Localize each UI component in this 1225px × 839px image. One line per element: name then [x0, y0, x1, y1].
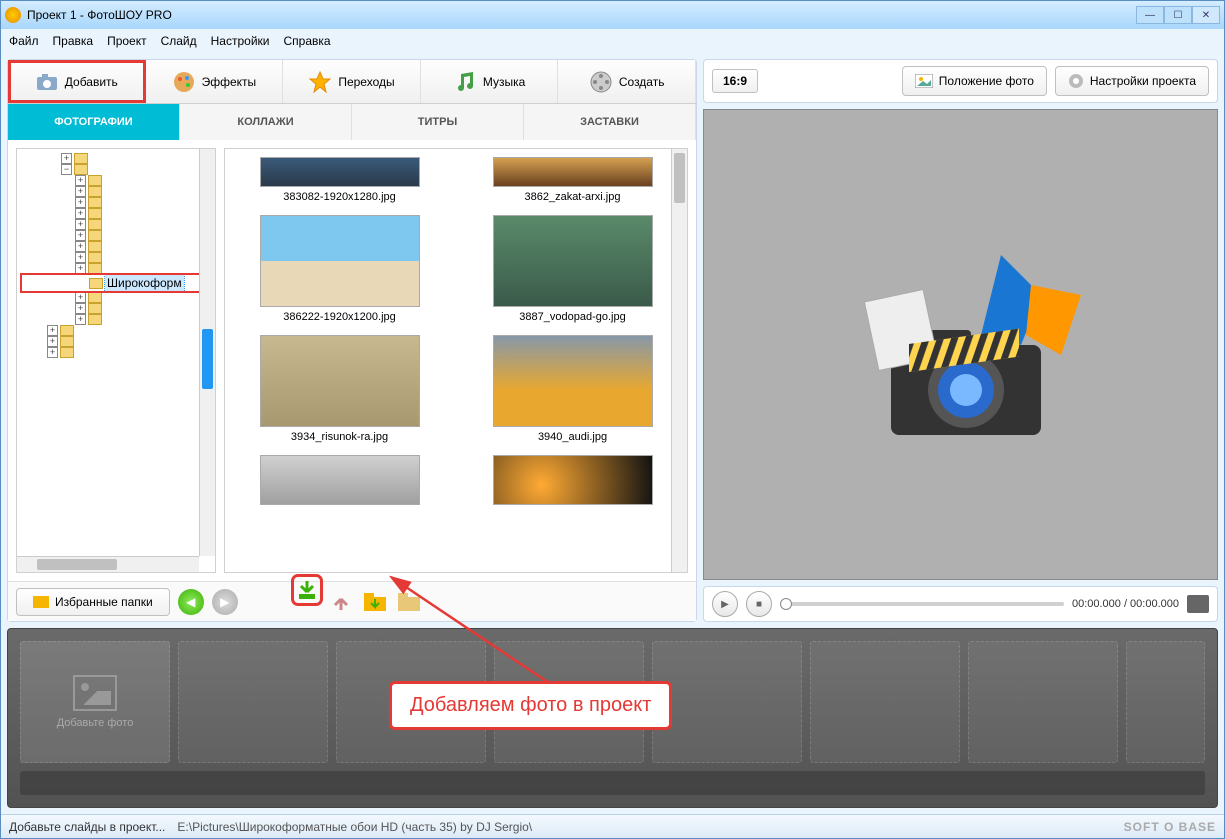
- star-icon: [308, 70, 332, 94]
- titlebar: Проект 1 - ФотоШОУ PRO — ☐ ✕: [1, 1, 1224, 29]
- timeline-slot[interactable]: [178, 641, 328, 763]
- timeline-slot[interactable]: [652, 641, 802, 763]
- music-icon: [453, 70, 477, 94]
- aspect-ratio-button[interactable]: 16:9: [712, 69, 758, 93]
- nav-forward-icon[interactable]: ▶: [212, 589, 238, 615]
- menu-edit[interactable]: Правка: [53, 34, 94, 48]
- favorites-bar: Избранные папки ◀ ▶: [8, 581, 696, 621]
- seek-slider[interactable]: [780, 602, 1064, 606]
- add-button[interactable]: Добавить: [8, 60, 146, 103]
- tree-scrollbar-horizontal[interactable]: [17, 556, 199, 572]
- playback-bar: ▶ ■ 00:00.000 / 00:00.000: [703, 586, 1218, 622]
- close-button[interactable]: ✕: [1192, 6, 1220, 24]
- main-toolbar: Добавить Эффекты Переходы Музыка: [8, 60, 696, 104]
- status-hint: Добавьте слайды в проект...: [9, 820, 165, 834]
- timeline-audio-track[interactable]: [20, 771, 1205, 795]
- tab-collages[interactable]: КОЛЛАЖИ: [180, 104, 352, 140]
- add-folder-icon[interactable]: [362, 589, 388, 615]
- thumb-item[interactable]: 3862_zakat-arxi.jpg: [466, 157, 679, 203]
- remove-icon[interactable]: [328, 589, 354, 615]
- timeline-slot[interactable]: [810, 641, 960, 763]
- camera-icon: [35, 70, 59, 94]
- statusbar: Добавьте слайды в проект... E:\Pictures\…: [1, 814, 1224, 838]
- menu-project[interactable]: Проект: [107, 34, 147, 48]
- left-pane: Добавить Эффекты Переходы Музыка: [7, 59, 697, 622]
- create-label: Создать: [619, 75, 665, 89]
- tree-selected-folder[interactable]: Широкоформ: [21, 274, 211, 292]
- menubar: Файл Правка Проект Слайд Настройки Справ…: [1, 29, 1224, 53]
- menu-slide[interactable]: Слайд: [161, 34, 197, 48]
- thumb-item[interactable]: 386222-1920x1200.jpg: [233, 215, 446, 323]
- thumb-item[interactable]: 3940_audi.jpg: [466, 335, 679, 443]
- placeholder-image-icon: [73, 675, 117, 711]
- nav-back-icon[interactable]: ◀: [178, 589, 204, 615]
- app-window: Проект 1 - ФотоШОУ PRO — ☐ ✕ Файл Правка…: [0, 0, 1225, 839]
- thumb-item[interactable]: 3934_risunok-ra.jpg: [233, 335, 446, 443]
- right-pane: 16:9 Положение фото Настройки проекта: [703, 59, 1218, 622]
- folder-tree[interactable]: + − + + + + + + + + + Широкоформ: [16, 148, 216, 573]
- placeholder-label: Добавьте фото: [57, 717, 134, 729]
- create-button[interactable]: Создать: [558, 60, 696, 103]
- transitions-button[interactable]: Переходы: [283, 60, 421, 103]
- image-icon: [915, 74, 933, 88]
- window-title: Проект 1 - ФотоШОУ PRO: [27, 8, 1136, 22]
- timecode: 00:00.000 / 00:00.000: [1072, 598, 1179, 610]
- menu-help[interactable]: Справка: [283, 34, 330, 48]
- add-label: Добавить: [65, 75, 118, 89]
- menu-settings[interactable]: Настройки: [211, 34, 270, 48]
- effects-button[interactable]: Эффекты: [146, 60, 284, 103]
- tab-photos[interactable]: ФОТОГРАФИИ: [8, 104, 180, 140]
- thumbs-scrollbar[interactable]: [671, 149, 687, 572]
- minimize-button[interactable]: —: [1136, 6, 1164, 24]
- effects-label: Эффекты: [202, 75, 257, 89]
- music-label: Музыка: [483, 75, 525, 89]
- app-logo-icon: [831, 235, 1091, 455]
- thumb-item[interactable]: 3887_vodopad-go.jpg: [466, 215, 679, 323]
- reel-icon: [589, 70, 613, 94]
- transitions-label: Переходы: [338, 75, 394, 89]
- menu-file[interactable]: Файл: [9, 34, 39, 48]
- add-to-project-icon[interactable]: [294, 577, 320, 603]
- palette-icon: [172, 70, 196, 94]
- category-tabs: ФОТОГРАФИИ КОЛЛАЖИ ТИТРЫ ЗАСТАВКИ: [8, 104, 696, 140]
- timeline-slot[interactable]: [968, 641, 1118, 763]
- thumb-item[interactable]: [466, 455, 679, 505]
- tree-scrollbar-vertical[interactable]: [199, 149, 215, 556]
- thumb-item[interactable]: 383082-1920x1280.jpg: [233, 157, 446, 203]
- play-button[interactable]: ▶: [712, 591, 738, 617]
- timeline-slot[interactable]: [1126, 641, 1205, 763]
- brand-watermark: SOFT O BASE: [1124, 820, 1216, 834]
- gear-icon: [1068, 73, 1084, 89]
- photo-position-button[interactable]: Положение фото: [902, 66, 1047, 96]
- tab-splash[interactable]: ЗАСТАВКИ: [524, 104, 696, 140]
- folder-star-icon: [33, 596, 49, 608]
- status-path: E:\Pictures\Широкоформатные обои HD (час…: [177, 820, 1111, 834]
- maximize-button[interactable]: ☐: [1164, 6, 1192, 24]
- thumbnail-grid: 383082-1920x1280.jpg 3862_zakat-arxi.jpg…: [224, 148, 688, 573]
- music-button[interactable]: Музыка: [421, 60, 559, 103]
- project-settings-button[interactable]: Настройки проекта: [1055, 66, 1209, 96]
- stop-button[interactable]: ■: [746, 591, 772, 617]
- app-icon: [5, 7, 21, 23]
- annotation-callout: Добавляем фото в проект: [389, 681, 672, 730]
- fullscreen-button[interactable]: [1187, 595, 1209, 613]
- favorites-button[interactable]: Избранные папки: [16, 588, 170, 616]
- thumb-item[interactable]: [233, 455, 446, 505]
- remove-folder-icon[interactable]: [396, 589, 422, 615]
- tab-titles[interactable]: ТИТРЫ: [352, 104, 524, 140]
- preview-toolbar: 16:9 Положение фото Настройки проекта: [703, 59, 1218, 103]
- preview-area: [703, 109, 1218, 580]
- timeline-placeholder[interactable]: Добавьте фото: [20, 641, 170, 763]
